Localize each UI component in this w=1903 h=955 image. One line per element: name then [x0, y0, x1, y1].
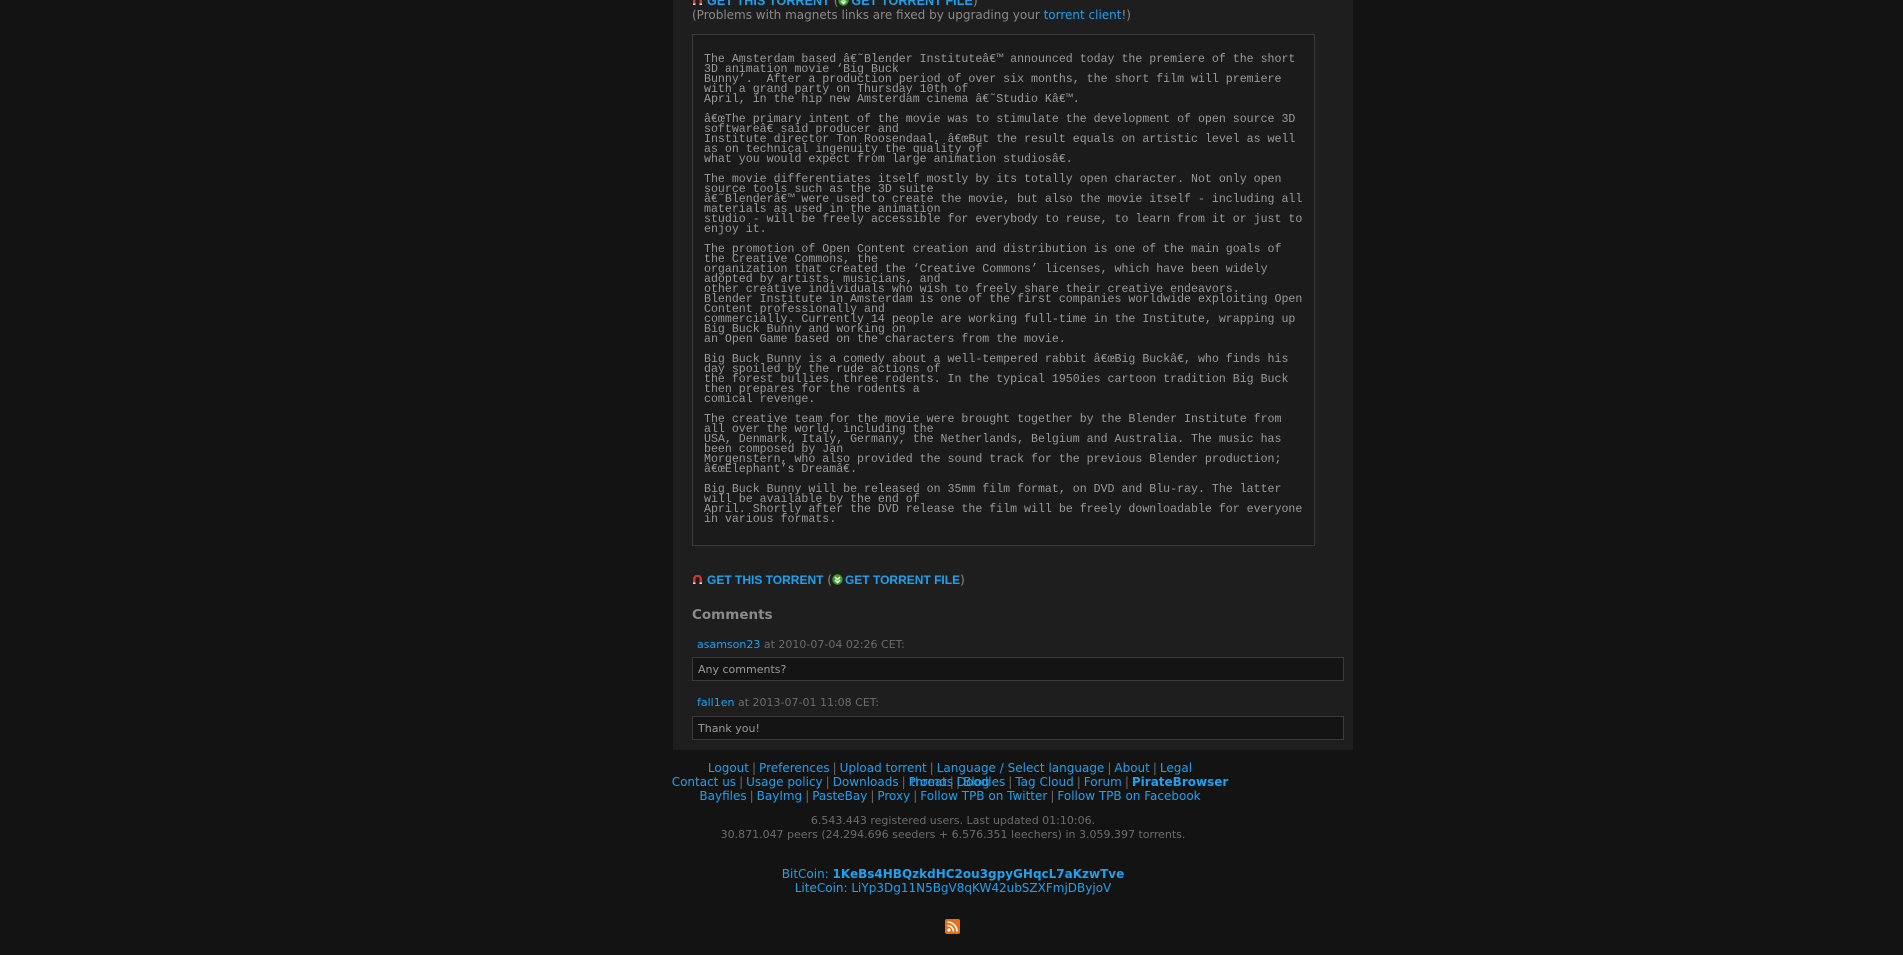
footer-separator: |	[1124, 775, 1129, 789]
description-paragraph: The promotion of Open Content creation a…	[704, 243, 1303, 346]
footer-link-tag-cloud[interactable]: Tag Cloud	[1015, 775, 1073, 789]
description-paragraph: Big Buck Bunny is a comedy about a well-…	[704, 353, 1289, 406]
comment-user-link[interactable]: fall1en	[697, 696, 734, 709]
bottom-torrent-links: GET THIS TORRENT (GET TORRENT FILE)	[692, 573, 965, 587]
paren: )	[960, 573, 965, 587]
footer-separator: |	[1008, 775, 1013, 789]
footer-link-contact-us[interactable]: Contact us	[672, 775, 736, 789]
footer-separator: |	[1152, 761, 1157, 775]
footer-link-promo[interactable]: Promo	[909, 775, 947, 789]
footer-link-forum[interactable]: Forum	[1084, 775, 1122, 789]
bitcoin-label: BitCoin:	[781, 867, 833, 881]
comment-date: at 2010-07-04 02:26 CET:	[760, 638, 905, 651]
description-text: The Amsterdam based â€˜Blender Institute…	[704, 53, 1304, 535]
bitcoin-line: BitCoin: 1KeBs4HBQzkdHC2ou3gpyGHqcL7aKzw…	[670, 867, 1236, 881]
footer-link-piratebrowser[interactable]: PirateBrowser	[1132, 775, 1228, 789]
footer-link-upload-torrent[interactable]: Upload torrent	[840, 761, 927, 775]
footer-separator: |	[832, 761, 837, 775]
footer-separator: |	[739, 775, 744, 789]
footer-link-follow-tpb-on-facebook[interactable]: Follow TPB on Facebook	[1057, 789, 1200, 803]
magnet-note: (Problems with magnets links are fixed b…	[692, 8, 1131, 22]
paren: )	[972, 0, 978, 8]
description-paragraph: The creative team for the movie were bro…	[704, 413, 1282, 476]
rss-glyph	[947, 921, 958, 932]
litecoin-address[interactable]: LiYp3Dg11N5BgV8qKW42ubSZXFmjDByjoV	[851, 881, 1111, 895]
rss-icon[interactable]	[945, 919, 960, 934]
get-torrent-file-link[interactable]: GET TORRENT FILE	[845, 573, 960, 587]
footer-separator: |	[913, 789, 918, 803]
footer-separator: |	[1050, 789, 1055, 803]
footer-separator: |	[752, 761, 757, 775]
footer-separator: |	[1076, 775, 1081, 789]
download-arrow-icon	[832, 574, 843, 585]
torrent-client-link[interactable]: torrent client	[1044, 8, 1122, 22]
note-text-end: !)	[1121, 8, 1131, 22]
footer-link-downloads[interactable]: Downloads	[833, 775, 899, 789]
footer-separator: |	[749, 789, 754, 803]
footer-separator: |	[929, 761, 934, 775]
footer-link-pastebay[interactable]: PasteBay	[812, 789, 867, 803]
comment-user-link[interactable]: asamson23	[697, 638, 760, 651]
footer-separator: |	[805, 789, 810, 803]
description-paragraph: The Amsterdam based â€˜Blender Institute…	[704, 53, 1296, 106]
footer-separator: |	[949, 775, 954, 789]
note-text: (Problems with magnets links are fixed b…	[692, 8, 1044, 22]
comment-body: Any comments?	[692, 657, 1344, 681]
footer-link-doodles[interactable]: Doodles	[957, 775, 1006, 789]
get-torrent-link-top[interactable]: GET THIS TORRENT	[707, 0, 830, 8]
footer-link-follow-tpb-on-twitter[interactable]: Follow TPB on Twitter	[920, 789, 1047, 803]
torrent-description: The Amsterdam based â€˜Blender Institute…	[692, 34, 1315, 546]
footer-link-bayimg[interactable]: BayImg	[757, 789, 803, 803]
litecoin-label: LiteCoin:	[794, 881, 852, 895]
footer-link-usage-policy[interactable]: Usage policy	[746, 775, 823, 789]
footer-separator: |	[1107, 761, 1112, 775]
get-torrent-file-link-top[interactable]: GET TORRENT FILE	[851, 0, 973, 8]
magnet-icon	[693, 575, 702, 584]
footer-links-row3: Bayfiles | BayImg | PasteBay | Proxy | Follow TP…	[670, 789, 1230, 803]
footer-separator: |	[901, 775, 906, 789]
stats-peers: 30.871.047 peers (24.294.696 seeders + 6…	[720, 828, 1186, 841]
footer-link-logout[interactable]: Logout	[708, 761, 749, 775]
comments-title: Comments	[692, 607, 773, 623]
footer-link-proxy[interactable]: Proxy	[877, 789, 910, 803]
description-paragraph: The movie differentiates itself mostly b…	[704, 173, 1303, 236]
footer-link-preferences[interactable]: Preferences	[759, 761, 830, 775]
footer-separator: |	[825, 775, 830, 789]
description-paragraph: â€œThe primary intent of the movie was t…	[704, 113, 1296, 166]
footer-link-about[interactable]: About	[1114, 761, 1149, 775]
comment-meta: fall1en at 2013-07-01 11:08 CET:	[697, 696, 879, 709]
comment-date: at 2013-07-01 11:08 CET:	[734, 696, 879, 709]
footer-link-bayfiles[interactable]: Bayfiles	[699, 789, 746, 803]
comment-meta: asamson23 at 2010-07-04 02:26 CET:	[697, 638, 905, 651]
magnet-icon	[693, 0, 702, 5]
stats-users: 6.543.443 registered users. Last updated…	[810, 814, 1096, 827]
footer-separator: |	[870, 789, 875, 803]
bitcoin-address[interactable]: 1KeBs4HBQzkdHC2ou3gpyGHqcL7aKzwTve	[833, 867, 1125, 881]
description-paragraph: Big Buck Bunny will be released on 35mm …	[704, 483, 1303, 526]
comment-body: Thank you!	[692, 716, 1344, 740]
footer-link-language-select-language[interactable]: Language / Select language	[937, 761, 1105, 775]
download-arrow-icon	[838, 0, 850, 6]
get-torrent-link[interactable]: GET THIS TORRENT	[707, 573, 823, 587]
litecoin-line: LiteCoin: LiYp3Dg11N5BgV8qKW42ubSZXFmjDB…	[670, 881, 1236, 895]
footer-links-row2: Contact us | Usage policy | Downloads | Promo |…	[670, 775, 1230, 789]
